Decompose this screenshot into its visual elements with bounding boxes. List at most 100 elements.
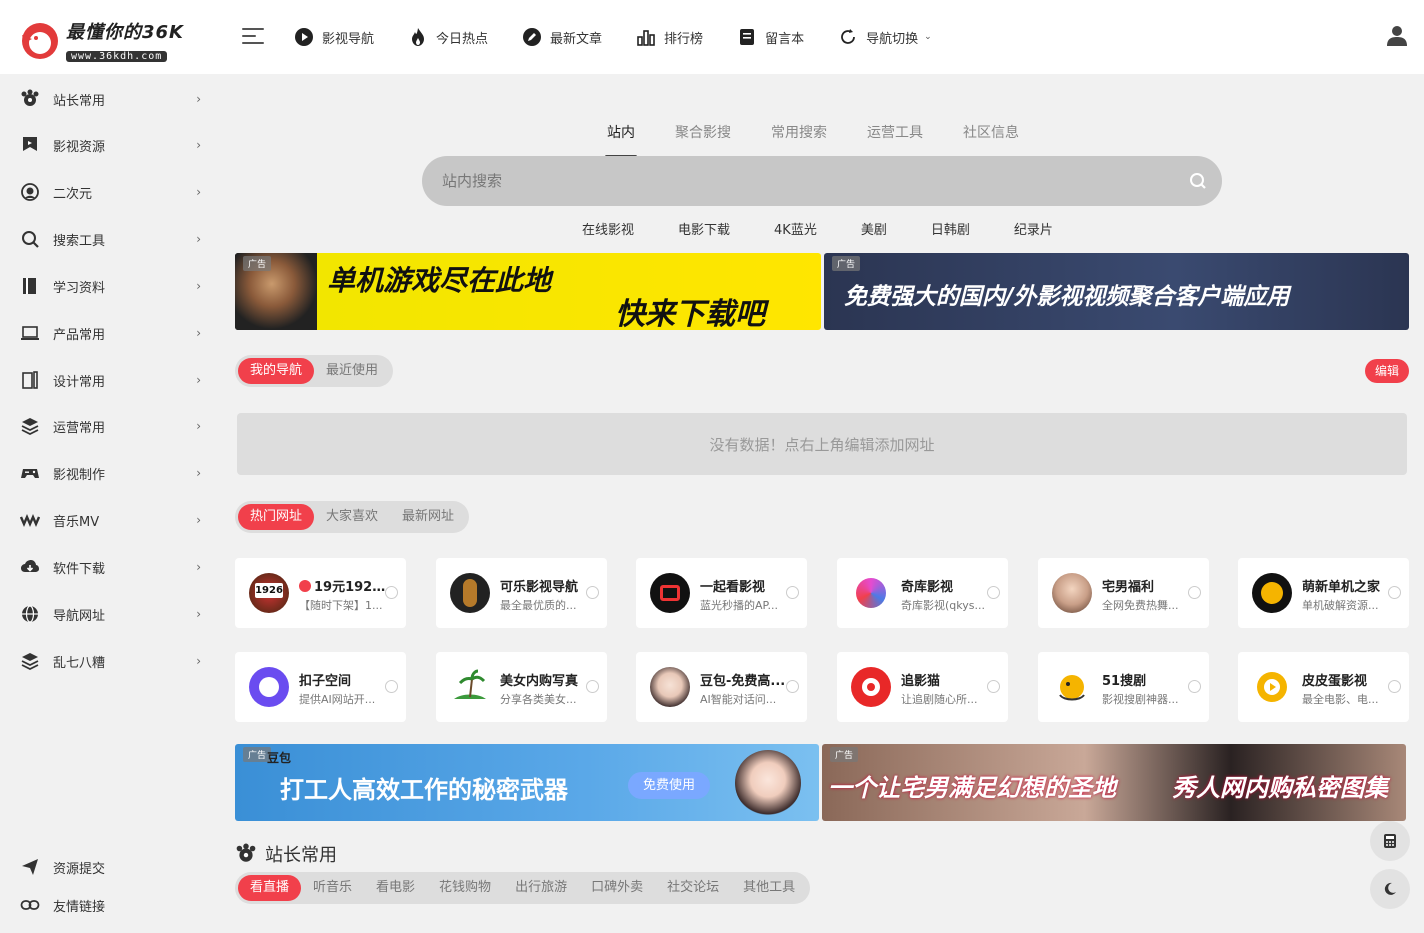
- arrow-right-icon[interactable]: [385, 680, 398, 693]
- site-name: 宅男福利: [1102, 580, 1155, 595]
- top-header: 最懂你的36K www.36kdh.com 影视导航 今日热点 最新文章 排行榜…: [0, 0, 1424, 74]
- sidebar-item-design[interactable]: 设计常用 ›: [20, 365, 205, 395]
- sidebar-item-submit[interactable]: 资源提交: [20, 852, 205, 882]
- free-use-button[interactable]: 免费使用: [628, 772, 710, 799]
- site-card[interactable]: 萌新单机之家 单机破解资源...: [1238, 558, 1409, 628]
- tab-movie-search[interactable]: 聚合影搜: [675, 122, 731, 142]
- site-card[interactable]: 51搜剧 影视搜剧神器...: [1038, 652, 1209, 722]
- arrow-right-icon[interactable]: [385, 586, 398, 599]
- sidebar-item-production[interactable]: 影视制作 ›: [20, 458, 205, 488]
- sidebar-item-product[interactable]: 产品常用 ›: [20, 318, 205, 348]
- site-logo[interactable]: 最懂你的36K www.36kdh.com: [20, 18, 184, 63]
- bird-logo-icon: [20, 21, 60, 61]
- quick-link[interactable]: 纪录片: [1014, 219, 1053, 238]
- tab-live[interactable]: 看直播: [238, 875, 302, 901]
- tool-group-icon: [21, 89, 39, 106]
- search-input[interactable]: [442, 172, 1142, 190]
- arrow-right-icon[interactable]: [786, 680, 799, 693]
- site-card[interactable]: 奇库影视 奇库影视(qkys...: [837, 558, 1008, 628]
- ad-banner-games[interactable]: 广告 单机游戏尽在此地 快来下载吧: [235, 253, 821, 330]
- tab-takeout[interactable]: 口碑外卖: [579, 875, 655, 901]
- tab-newest[interactable]: 最新网址: [390, 504, 466, 530]
- sidebar-item-music[interactable]: 音乐MV ›: [20, 505, 205, 535]
- doubao-avatar-icon: [650, 667, 690, 707]
- site-card[interactable]: 美女内购写真 分享各类美女...: [436, 652, 607, 722]
- tab-my-nav[interactable]: 我的导航: [238, 358, 315, 384]
- tab-site[interactable]: 站内: [605, 122, 637, 158]
- ad-banner-photo[interactable]: 广告 一个让宅男满足幻想的圣地 秀人网内购私密图集: [822, 744, 1406, 821]
- user-icon[interactable]: [1386, 25, 1408, 47]
- calculator-button[interactable]: [1370, 821, 1410, 861]
- tab-social[interactable]: 社交论坛: [655, 875, 731, 901]
- tab-shopping[interactable]: 花钱购物: [427, 875, 503, 901]
- arrow-right-icon[interactable]: [1388, 680, 1401, 693]
- quick-link[interactable]: 美剧: [861, 219, 887, 238]
- nav-item-articles[interactable]: 最新文章: [522, 27, 602, 47]
- quick-link[interactable]: 4K蓝光: [774, 219, 817, 238]
- banner-headline: 打工人高效工作的秘密武器: [280, 776, 568, 804]
- nav-item-ranking[interactable]: 排行榜: [636, 27, 703, 47]
- menu-toggle-icon[interactable]: [242, 28, 264, 46]
- site-card[interactable]: 皮皮蛋影视 最全电影、电...: [1238, 652, 1409, 722]
- sidebar-item-label: 产品常用: [53, 327, 106, 343]
- dark-mode-button[interactable]: [1370, 869, 1410, 909]
- site-card[interactable]: 可乐影视导航 最全最优质的...: [436, 558, 607, 628]
- sidebar-item-misc[interactable]: 乱七八糟 ›: [20, 646, 205, 676]
- tab-other-tools[interactable]: 其他工具: [731, 875, 807, 901]
- sidebar-item-nav-sites[interactable]: 导航网址 ›: [20, 599, 205, 629]
- logo-title: 最懂你的36K: [66, 22, 184, 43]
- quick-link[interactable]: 在线影视: [582, 219, 634, 238]
- sidebar-item-operation[interactable]: 运营常用 ›: [20, 411, 205, 441]
- site-desc: 最全电影、电...: [1302, 693, 1379, 706]
- nav-label: 影视导航: [322, 31, 375, 47]
- sidebar-item-webmaster[interactable]: 站长常用 ›: [20, 84, 205, 114]
- tab-common-search[interactable]: 常用搜索: [771, 122, 827, 142]
- edit-button[interactable]: 编辑: [1365, 359, 1409, 383]
- chevron-right-icon: ›: [196, 279, 201, 293]
- tab-movies[interactable]: 看电影: [364, 875, 427, 901]
- sidebar-item-study[interactable]: 学习资料 ›: [20, 271, 205, 301]
- search-icon[interactable]: [1188, 171, 1208, 191]
- tab-travel[interactable]: 出行旅游: [503, 875, 579, 901]
- arrow-right-icon[interactable]: [1188, 680, 1201, 693]
- nav-item-movie[interactable]: 影视导航: [294, 27, 374, 47]
- site-card[interactable]: 追影猫 让追剧随心所...: [837, 652, 1008, 722]
- sidebar-item-anime[interactable]: 二次元 ›: [20, 177, 205, 207]
- arrow-right-icon[interactable]: [987, 586, 1000, 599]
- arrow-right-icon[interactable]: [1188, 586, 1201, 599]
- tab-ops-tools[interactable]: 运营工具: [867, 122, 923, 142]
- site-card[interactable]: 1926 19元192... 【随时下架】1...: [235, 558, 406, 628]
- tab-community[interactable]: 社区信息: [963, 122, 1019, 142]
- nav-item-hot[interactable]: 今日热点: [408, 27, 488, 47]
- quick-link[interactable]: 电影下载: [678, 219, 730, 238]
- site-name: 一起看影视: [700, 580, 766, 595]
- chevron-right-icon: ›: [196, 232, 201, 246]
- sidebar-item-links[interactable]: 友情链接: [20, 890, 205, 920]
- sidebar-item-search[interactable]: 搜索工具 ›: [20, 224, 205, 254]
- tab-recent[interactable]: 最近使用: [314, 358, 390, 384]
- arrow-right-icon[interactable]: [1388, 586, 1401, 599]
- tab-hot-sites[interactable]: 热门网址: [238, 504, 315, 530]
- site-card[interactable]: 一起看影视 蓝光秒播的AP...: [636, 558, 807, 628]
- nav-item-guestbook[interactable]: 留言本: [737, 27, 804, 47]
- quick-link[interactable]: 日韩剧: [931, 219, 970, 238]
- arrow-right-icon[interactable]: [586, 586, 599, 599]
- site-card[interactable]: 豆包-免费高... AI智能对话问...: [636, 652, 807, 722]
- arrow-right-icon[interactable]: [987, 680, 1000, 693]
- sidebar-item-label: 软件下载: [53, 561, 106, 577]
- sidebar-item-film[interactable]: 影视资源 ›: [20, 130, 205, 160]
- site-card[interactable]: 宅男福利 全网免费热舞...: [1038, 558, 1209, 628]
- ad-banner-video-app[interactable]: 广告 免费强大的国内/外影视视频聚合客户端应用: [824, 253, 1409, 330]
- nav-label: 导航切换: [866, 31, 919, 47]
- arrow-right-icon[interactable]: [786, 586, 799, 599]
- tab-music[interactable]: 听音乐: [301, 875, 364, 901]
- sidebar-item-software[interactable]: 软件下载 ›: [20, 552, 205, 582]
- site-card[interactable]: 扣子空间 提供AI网站开...: [235, 652, 406, 722]
- island-logo-icon: [450, 667, 490, 707]
- tab-popular[interactable]: 大家喜欢: [314, 504, 390, 530]
- search-icon: [22, 231, 39, 248]
- nav-item-switch[interactable]: 导航切换 ⌄: [838, 27, 932, 47]
- arrow-right-icon[interactable]: [586, 680, 599, 693]
- chevron-right-icon: ›: [196, 560, 201, 574]
- ad-banner-doubao[interactable]: 广告 豆包 打工人高效工作的秘密武器 免费使用: [235, 744, 819, 821]
